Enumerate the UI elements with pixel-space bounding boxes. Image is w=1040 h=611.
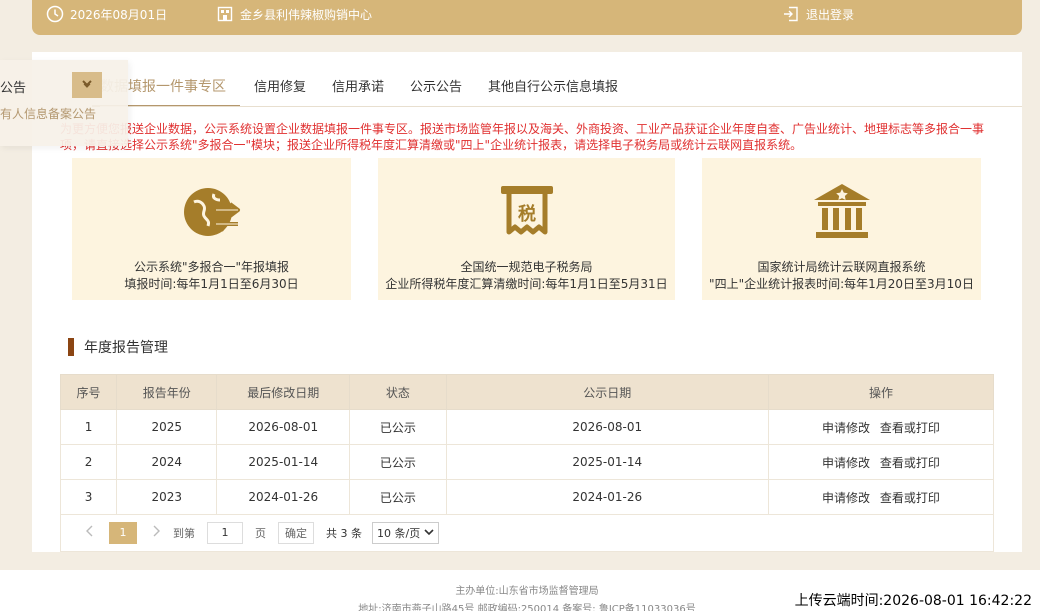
cell-year: 2024 xyxy=(116,444,218,480)
cell-status: 已公示 xyxy=(349,444,447,480)
org-name: 金乡县利伟辣椒购销中心 xyxy=(240,7,373,22)
clock-icon xyxy=(46,5,64,23)
card-e-tax[interactable]: 税 全国统一规范电子税务局 企业所得税年度汇算清缴时间:每年1月1日至5月31日 xyxy=(378,158,675,300)
page-number-current[interactable]: 1 xyxy=(109,521,137,544)
logout-label: 退出登录 xyxy=(806,7,855,22)
cell-status: 已公示 xyxy=(349,479,447,515)
request-edit-link[interactable]: 申请修改 xyxy=(822,421,870,435)
cell-no: 1 xyxy=(59,409,118,445)
top-bar: 2026年08月01日 金乡县利伟辣椒购销中心 退出登录 xyxy=(32,0,1022,35)
view-print-link[interactable]: 查看或打印 xyxy=(880,491,940,505)
card-multi-report[interactable]: 公示系统"多报合一"年报填报 填报时间:每年1月1日至6月30日 xyxy=(72,158,351,300)
cell-status: 已公示 xyxy=(349,409,447,445)
next-page-button[interactable] xyxy=(143,522,169,544)
table-header-row: 序号 报告年份 最后修改日期 状态 公示日期 操作 xyxy=(59,374,995,410)
header-no: 序号 xyxy=(59,374,118,410)
cell-no: 3 xyxy=(59,479,118,515)
card-title: 国家统计局统计云联网直报系统 xyxy=(757,260,926,274)
prev-page-button[interactable] xyxy=(77,522,103,544)
tab-credit-repair[interactable]: 信用修复 xyxy=(254,70,306,106)
card-title: 全国统一规范电子税务局 xyxy=(460,260,593,274)
page-size-value: 10 条/页 xyxy=(377,526,421,540)
side-popup-menu: 公告 有人信息备案公告 xyxy=(0,60,128,146)
cell-year: 2025 xyxy=(116,409,218,445)
cell-published: 2026-08-01 xyxy=(445,409,769,445)
tax-receipt-icon: 税 xyxy=(378,180,675,244)
total-count: 共 3 条 xyxy=(326,526,362,540)
request-edit-link[interactable]: 申请修改 xyxy=(822,456,870,470)
cell-modified: 2026-08-01 xyxy=(216,409,351,445)
tab-bar: 数据填报一件事专区 信用修复 信用承诺 公示公告 其他自行公示信息填报 xyxy=(92,70,644,107)
side-item-announcement[interactable]: 公告 xyxy=(0,77,26,96)
section-title: 年度报告管理 xyxy=(84,340,168,356)
request-edit-link[interactable]: 申请修改 xyxy=(822,491,870,505)
section-marker xyxy=(68,338,74,356)
table-row: 2 2024 2025-01-14 已公示 2025-01-14 申请修改 查看… xyxy=(59,444,995,480)
card-subtitle: 填报时间:每年1月1日至6月30日 xyxy=(124,277,299,291)
government-building-icon xyxy=(702,180,981,244)
tab-public-notice[interactable]: 公示公告 xyxy=(410,70,462,106)
header-published: 公示日期 xyxy=(445,374,769,410)
chevron-down-icon xyxy=(81,78,93,92)
header-actions: 操作 xyxy=(767,374,995,410)
cell-modified: 2024-01-26 xyxy=(216,479,351,515)
header-year: 报告年份 xyxy=(116,374,218,410)
cell-actions: 申请修改 查看或打印 xyxy=(767,444,995,480)
view-print-link[interactable]: 查看或打印 xyxy=(880,456,940,470)
date-text: 2026年08月01日 xyxy=(70,7,168,22)
side-item-filing-notice[interactable]: 有人信息备案公告 xyxy=(0,105,96,122)
card-title: 公示系统"多报合一"年报填报 xyxy=(133,260,290,274)
page-size-select[interactable]: 10 条/页 xyxy=(372,521,440,544)
cell-modified: 2025-01-14 xyxy=(216,444,351,480)
cell-published: 2025-01-14 xyxy=(445,444,769,480)
tab-other-disclosure[interactable]: 其他自行公示信息填报 xyxy=(488,70,618,106)
tab-credit-commitment[interactable]: 信用承诺 xyxy=(332,70,384,106)
cell-year: 2023 xyxy=(116,479,218,515)
notice-text: 为更方便您报送企业数据，公示系统设置企业数据填报一件事专区。报送市场监管年报以及… xyxy=(60,122,985,152)
goto-page-input[interactable]: 1 xyxy=(207,521,243,544)
annual-report-table: 序号 报告年份 最后修改日期 状态 公示日期 操作 1 2025 2026-08… xyxy=(59,374,995,515)
chevron-down-icon xyxy=(424,526,434,539)
tab-divider xyxy=(100,106,1022,107)
building-icon xyxy=(216,5,234,23)
pagination: 1 到第 1 页 确定 共 3 条 10 条/页 xyxy=(60,514,994,552)
table-row: 1 2025 2026-08-01 已公示 2026-08-01 申请修改 查看… xyxy=(59,409,995,445)
view-print-link[interactable]: 查看或打印 xyxy=(880,421,940,435)
chevron-right-icon xyxy=(152,525,160,540)
cell-no: 2 xyxy=(59,444,118,480)
chevron-left-icon xyxy=(86,525,94,540)
logout-button[interactable]: 退出登录 xyxy=(782,0,854,28)
logout-icon xyxy=(782,5,800,23)
cell-published: 2024-01-26 xyxy=(445,479,769,515)
cell-actions: 申请修改 查看或打印 xyxy=(767,409,995,445)
header-modified: 最后修改日期 xyxy=(216,374,351,410)
header-status: 状态 xyxy=(349,374,447,410)
table-row: 3 2023 2024-01-26 已公示 2024-01-26 申请修改 查看… xyxy=(59,479,995,515)
card-subtitle: "四上"企业统计报表时间:每年1月20日至3月10日 xyxy=(709,277,974,291)
goto-label: 到第 xyxy=(173,526,195,540)
page-label: 页 xyxy=(255,526,266,540)
cell-actions: 申请修改 查看或打印 xyxy=(767,479,995,515)
card-subtitle: 企业所得税年度汇算清缴时间:每年1月1日至5月31日 xyxy=(385,277,668,291)
card-statistics[interactable]: 国家统计局统计云联网直报系统 "四上"企业统计报表时间:每年1月20日至3月10… xyxy=(702,158,981,300)
goto-confirm-button[interactable]: 确定 xyxy=(278,521,314,544)
globe-arrows-icon xyxy=(72,180,351,244)
upload-timestamp: 上传云端时间:2026-08-01 16:42:22 xyxy=(792,590,1034,610)
org-display: 金乡县利伟辣椒购销中心 xyxy=(216,0,372,28)
date-display: 2026年08月01日 xyxy=(46,0,167,28)
section-header: 年度报告管理 xyxy=(68,337,168,357)
collapse-toggle[interactable] xyxy=(72,72,102,98)
tax-glyph: 税 xyxy=(518,203,536,225)
